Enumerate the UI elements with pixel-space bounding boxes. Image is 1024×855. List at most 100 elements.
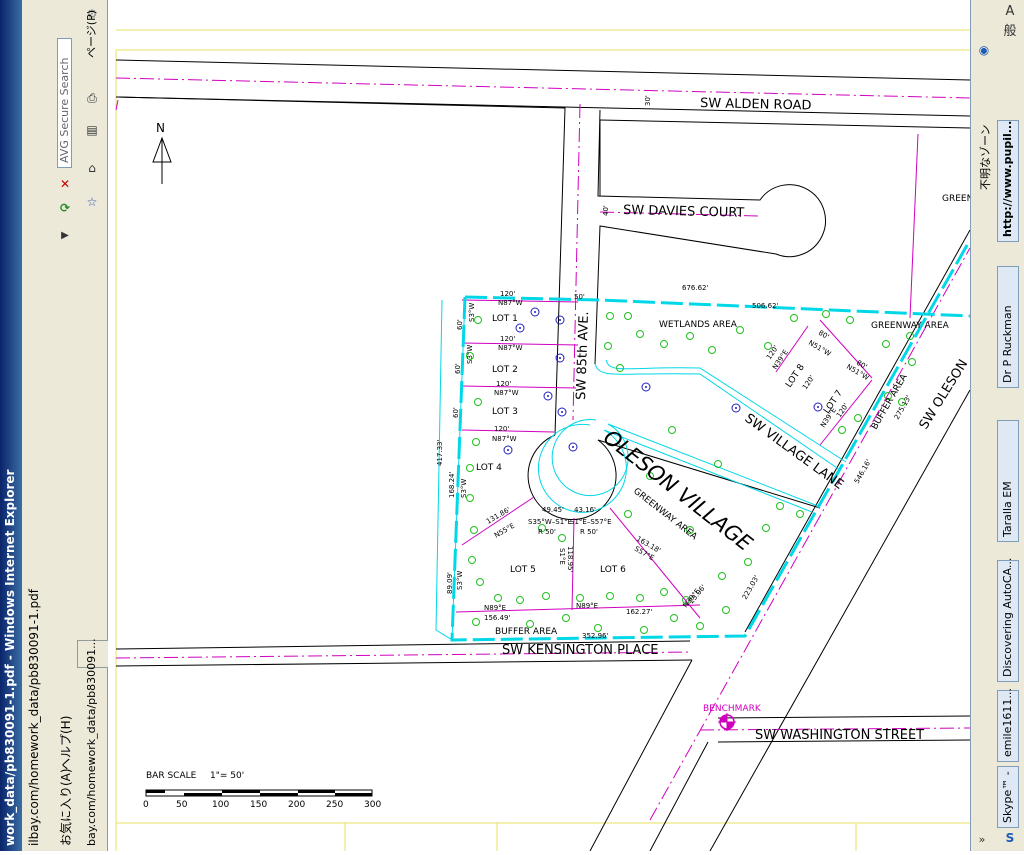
ime-indicator[interactable]: A 般 [999, 2, 1021, 39]
north-arrow-icon [152, 136, 172, 184]
dim-label: 60' [456, 319, 464, 330]
bar-scale-ratio: 1"= 50' [210, 771, 244, 781]
dim-label: S3°W [460, 479, 468, 498]
area-wetlands: WETLANDS AREA [659, 320, 738, 330]
dim-label: N87°W [498, 299, 523, 307]
dim-label: S35°W–S1°E [528, 518, 572, 526]
dim-label: R 50' [538, 528, 556, 536]
dim-label: 118.95' [566, 546, 574, 572]
taskbar-item-label: emile1611... [1001, 688, 1014, 757]
pdf-page: N BENCHMARK SW ALDEN ROAD SW DAVIES COUR… [108, 0, 973, 852]
lot-label: LOT 1 [492, 314, 518, 324]
bar-scale-label: BAR SCALE [146, 771, 197, 781]
menu-help[interactable]: ヘルプ(H) [57, 716, 74, 770]
site-plan-drawing: N BENCHMARK SW ALDEN ROAD SW DAVIES COUR… [115, 29, 973, 852]
dim-label: 40' [602, 205, 610, 216]
taskbar-item[interactable]: Dr P Ruckman [997, 266, 1019, 388]
street-davies: SW DAVIES COURT [623, 203, 745, 221]
taskbar-item-label: http://www.pupil... [1001, 120, 1014, 237]
dim-label: S3°W [456, 571, 464, 590]
bar-scale-tick: 150 [250, 800, 267, 810]
dim-label: N51°W [807, 339, 832, 358]
bar-scale-tick: 300 [364, 800, 381, 810]
lot-label: LOT 2 [492, 365, 518, 375]
dim-label: S1°E [558, 548, 566, 565]
dim-label: 131.86' [485, 506, 512, 526]
dim-label: 120' [801, 374, 816, 391]
north-label: N [156, 121, 165, 135]
menu-favorites[interactable]: お気に入り(A) [57, 768, 74, 846]
window-title-bar: work_data/pb830091-1.pdf - Windows Inter… [0, 0, 22, 851]
taskbar-item[interactable]: Taralla EM [997, 420, 1019, 542]
street-alden: SW ALDEN ROAD [700, 96, 812, 114]
skype-icon[interactable]: S [999, 828, 1021, 848]
taskbar-item[interactable]: emile1611... [997, 688, 1019, 762]
taskbar-item[interactable]: Skype™ - [997, 766, 1019, 828]
taskbar-item-label: Dr P Ruckman [1001, 305, 1014, 383]
dim-label: 120' [496, 380, 511, 388]
dim-label: 60' [454, 363, 462, 374]
dim-label: N87°W [494, 389, 519, 397]
lot-label: LOT 4 [476, 463, 502, 473]
stop-icon[interactable]: ✕ [54, 174, 76, 194]
ime-label: A 般 [1003, 4, 1017, 39]
address-bar[interactable]: ilbay.com/homework_data/pb830091-1.pdf [22, 0, 54, 851]
bar-scale-tick: 100 [212, 800, 229, 810]
dim-label: S1°E–S57°E [570, 518, 612, 526]
dim-label: 30' [644, 95, 652, 106]
lot-label: LOT 5 [510, 565, 536, 575]
dim-label: N87°W [492, 435, 517, 443]
taskbar-item[interactable]: Discovering AutoCA... [997, 557, 1019, 682]
dim-label: N89°E [484, 604, 506, 612]
area-greenway-top: GREENWAY AREA [871, 321, 950, 331]
dim-label: 89.09' [446, 572, 454, 594]
feeds-icon[interactable]: ▤ [81, 120, 103, 140]
globe-icon: ◉ [978, 43, 990, 57]
dim-label: 417.33' [436, 440, 444, 466]
dim-label: 162.27' [626, 608, 652, 616]
dim-label: 120' [494, 425, 509, 433]
bar-scale-tick: 250 [326, 800, 343, 810]
taskbar-item[interactable]: http://www.pupil... [997, 120, 1019, 242]
street-washington: SW WASHINGTON STREET [755, 728, 924, 743]
dim-label: 676.62' [682, 284, 708, 292]
lot-label: LOT 6 [600, 565, 626, 575]
taskbar-overflow-icon[interactable]: » [971, 830, 993, 850]
taskbar-item-label: Taralla EM [1001, 481, 1014, 537]
refresh-icon[interactable]: ⟳ [54, 198, 76, 218]
bar-scale-tick: 0 [143, 800, 149, 810]
bar-scale [145, 789, 373, 797]
street-kensington: SW KENSINGTON PLACE [502, 643, 659, 658]
right-panel: A 般 ◉ 不明なゾーン http://www.pupil... Dr P Ru… [970, 0, 1024, 851]
benchmark-icon [718, 713, 736, 731]
dim-label: 506.62' [752, 302, 778, 310]
dim-label: 50' [574, 293, 585, 301]
tab-label[interactable]: bay.com/homework_data/pb830091... [85, 638, 98, 846]
search-input[interactable]: AVG Secure Search [57, 38, 72, 168]
benchmark-label: BENCHMARK [703, 704, 762, 714]
dim-label: S3°W [466, 345, 474, 364]
address-text[interactable]: ilbay.com/homework_data/pb830091-1.pdf [27, 589, 41, 846]
dim-label: 223.03' [741, 574, 761, 601]
dropdown-arrow-icon[interactable]: ▶ [54, 226, 76, 246]
window-title: work_data/pb830091-1.pdf - Windows Inter… [3, 469, 17, 846]
dim-label: 156.49' [484, 614, 510, 622]
dim-label: N89°E [576, 602, 598, 610]
command-bar: ⚙ ページ(P) ⎙ ▤ ⌂ ☆ bay.com/homework_data/p… [77, 0, 109, 851]
taskbar-item-label: Discovering AutoCA... [1001, 557, 1014, 677]
dim-label: R 50' [580, 528, 598, 536]
print-icon[interactable]: ⎙ [81, 88, 103, 108]
street-oleson: SW OLESON [917, 357, 970, 432]
menu-bar: お気に入り(A) ヘルプ(H) AVG Secure Search ✕ ⟳ ▶ [53, 0, 78, 851]
dim-label: 43.16' [574, 506, 596, 514]
home-icon[interactable]: ⌂ [81, 158, 103, 178]
area-buffer-bottom: BUFFER AREA [495, 627, 558, 637]
dim-label: 546.16' [853, 458, 873, 485]
dim-label: 80' [817, 329, 830, 341]
street-85th: SW 85th AVE. [574, 311, 592, 400]
page-menu[interactable]: ページ(P) [83, 10, 99, 58]
area-greenway-corner: GREEN [942, 194, 970, 204]
dim-label: N55°E [493, 522, 516, 540]
favorites-icon[interactable]: ☆ [81, 192, 103, 212]
dim-label: 49.45' [542, 506, 564, 514]
